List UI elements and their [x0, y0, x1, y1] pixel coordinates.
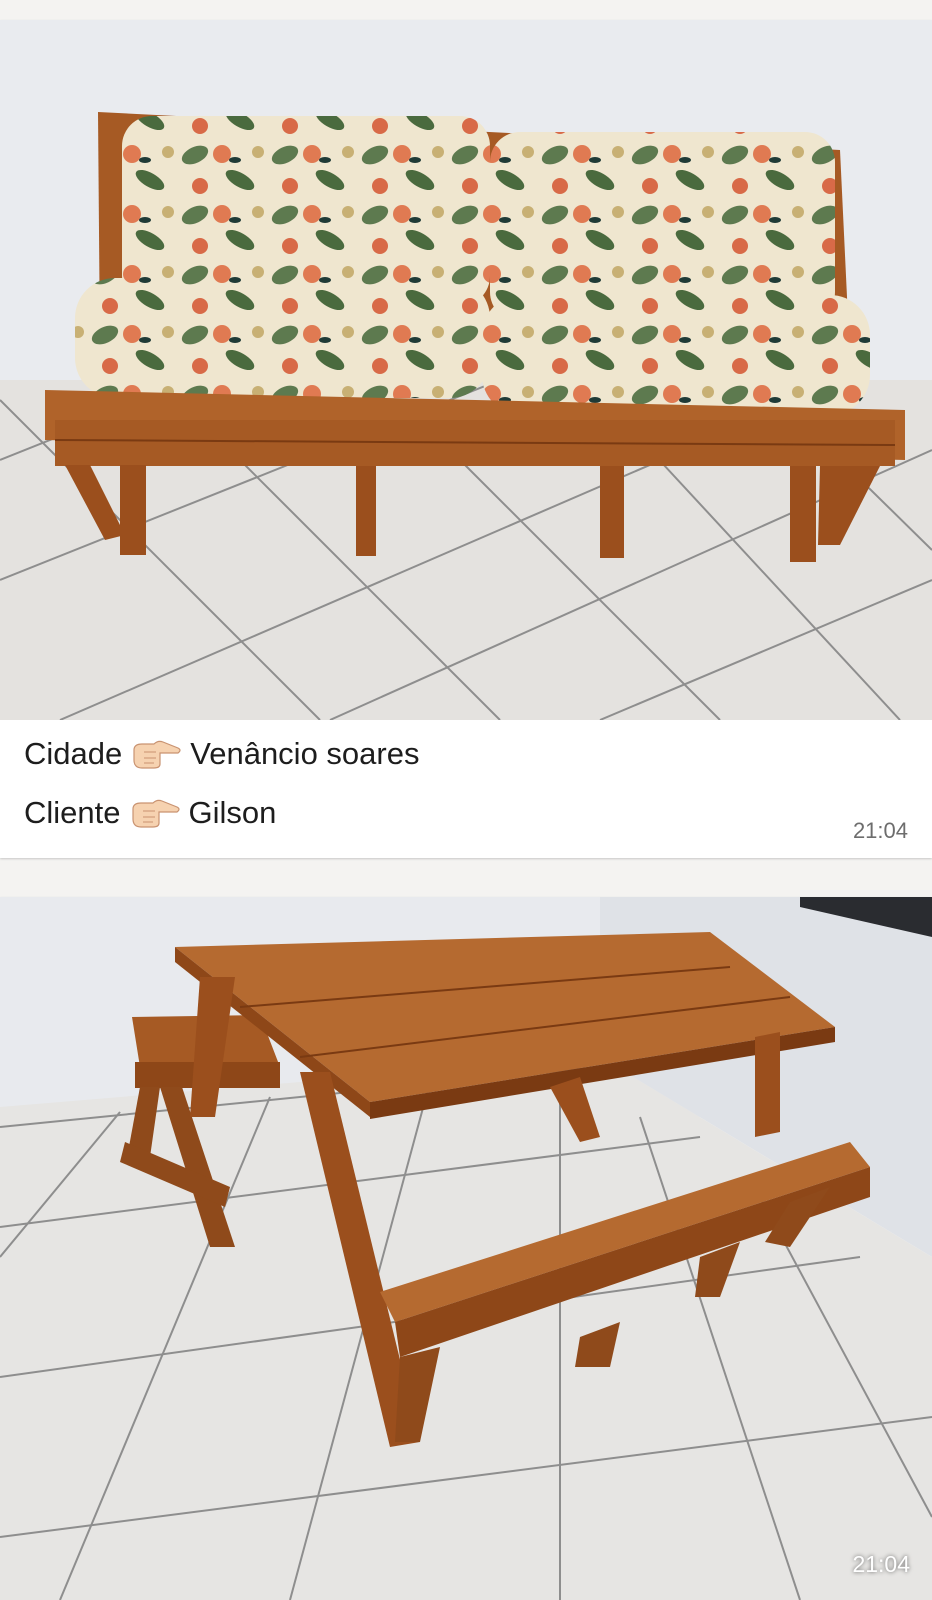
caption-label-client: Cliente — [24, 795, 121, 830]
pointing-right-hand-icon — [130, 738, 182, 770]
caption-line-city: Cidade Venâncio soares — [24, 736, 419, 772]
pointing-right-hand-icon — [129, 797, 181, 829]
picnic-table-photo[interactable] — [0, 897, 932, 1600]
message-bubble-1[interactable]: Cidade Venâncio soares Cliente Gilson 21… — [0, 20, 932, 858]
caption-line-client: Cliente Gilson — [24, 795, 276, 831]
bench-image — [0, 20, 932, 720]
message-bubble-2[interactable]: 21:04 — [0, 897, 932, 1600]
caption-value-client: Gilson — [188, 795, 277, 830]
message-caption: Cidade Venâncio soares Cliente Gilson 21… — [0, 720, 932, 858]
caption-label-city: Cidade — [24, 736, 123, 771]
message-timestamp-overlay: 21:04 — [852, 1551, 910, 1577]
picnic-table-image — [0, 897, 932, 1600]
caption-value-city: Venâncio soares — [190, 736, 420, 771]
bench-photo[interactable] — [0, 20, 932, 720]
message-timestamp: 21:04 — [852, 818, 908, 843]
